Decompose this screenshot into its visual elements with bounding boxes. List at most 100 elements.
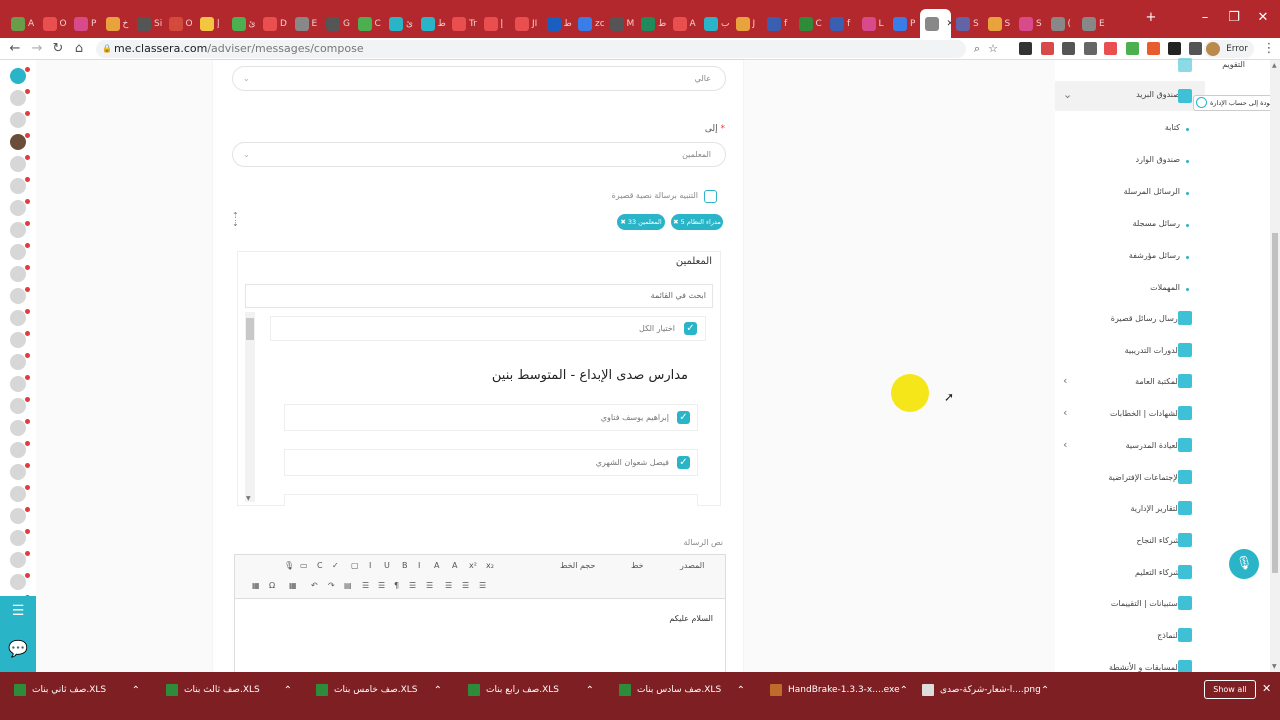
toolbar-button[interactable]: U (384, 561, 390, 570)
back-to-admin-tooltip[interactable]: العودة إلى حساب الإدارة (1193, 95, 1280, 111)
teacher-checkbox[interactable]: ✓ (677, 411, 690, 424)
browser-tab[interactable]: ط (416, 9, 447, 38)
recipient-chip[interactable]: ✖ المعلمين 33 (617, 214, 665, 230)
toolbar-button[interactable]: ▤ (344, 581, 352, 590)
toolbar-button[interactable]: ↶ (311, 581, 318, 590)
avatar[interactable] (10, 331, 30, 348)
sms-notify-checkbox[interactable] (704, 190, 717, 203)
message-body[interactable]: السلام عليكم (669, 614, 713, 623)
source-button[interactable]: المصدر (680, 561, 704, 570)
browser-tab[interactable]: O (164, 9, 195, 38)
font-size-select[interactable]: حجم الخط (560, 561, 595, 570)
download-item[interactable]: صف ثالث بنات.XLS ⌃ (160, 676, 300, 704)
sidebar-subitem[interactable]: رسائل مسجلة (1133, 219, 1180, 228)
browser-tab[interactable]: E (1077, 9, 1108, 38)
avatar[interactable] (10, 89, 30, 106)
microphone-button[interactable]: 🎙 (1229, 549, 1259, 579)
sidebar-item[interactable]: إرسال رسائل قصيرة (1111, 314, 1180, 323)
sidebar-subitem[interactable]: الرسائل المرسلة (1124, 187, 1180, 196)
message-editor[interactable]: 🎙 ▭ C ✓ ▢ I U B I A Ax² x₂ ▦ Ω ▦ ↶ ↷ ▤ ☰ ☰ ¶ ☰ ☰ ☰ ☰ ☰ المصدر خط… (234, 554, 726, 672)
browser-tab[interactable]: Si (132, 9, 163, 38)
list-scrollbar[interactable]: ▼ (245, 312, 255, 502)
chevron-left-icon[interactable]: ‹ (1063, 406, 1067, 419)
avatar[interactable] (10, 133, 30, 150)
minimize-icon[interactable]: – (1192, 8, 1218, 30)
teacher-row[interactable]: ✓ إبراهيم يوسف فتاوي (284, 404, 698, 431)
toolbar-button[interactable]: 🎙 (284, 561, 294, 570)
browser-tab[interactable]: S (1014, 9, 1045, 38)
reload-icon[interactable]: ↻ (49, 40, 67, 58)
toolbar-button[interactable]: ☰ (462, 581, 469, 590)
teacher-row[interactable] (284, 494, 698, 506)
browser-tab[interactable]: f (825, 9, 856, 38)
browser-tab[interactable]: إ (479, 9, 510, 38)
avatar[interactable] (10, 243, 30, 260)
select-all-checkbox[interactable]: ✓ (684, 322, 697, 335)
avatar[interactable] (10, 375, 30, 392)
download-item[interactable]: صف رابع بنات.XLS ⌃ (462, 676, 602, 704)
avatar[interactable] (10, 309, 30, 326)
puzzle-icon[interactable] (1189, 42, 1202, 55)
sidebar-item[interactable]: الإجتماعات الإفتراضية (1108, 473, 1180, 482)
close-window-icon[interactable]: ✕ (1250, 8, 1276, 30)
download-item[interactable]: شعار-شركة-صدى-l....png ⌃ (916, 676, 1056, 704)
toolbar-button[interactable]: B (402, 561, 408, 570)
toolbar-button[interactable]: ☰ (378, 581, 385, 590)
recipient-chip[interactable]: ✖ مدراء النظام 5 (671, 214, 723, 230)
extension-icon[interactable] (1168, 42, 1181, 55)
toolbar-button[interactable]: ▭ (300, 561, 308, 570)
scroll-down-arrow-icon[interactable]: ▼ (246, 495, 251, 502)
home-icon[interactable]: ⌂ (70, 40, 88, 58)
sidebar-item[interactable]: استبيانات | التقييمات (1111, 599, 1180, 608)
search-icon[interactable]: ⌕ (974, 40, 980, 58)
profile-button[interactable]: Error (1204, 40, 1254, 58)
list-search-input[interactable]: ابحث في القائمة (245, 284, 713, 308)
chevron-left-icon[interactable]: ‹ (1063, 374, 1067, 387)
sidebar-item-calendar[interactable]: التقويم (1222, 60, 1245, 69)
browser-tab[interactable]: ط (636, 9, 667, 38)
toolbar-button[interactable]: ☰ (445, 581, 452, 590)
toolbar-button[interactable]: ☰ (479, 581, 486, 590)
extension-icon[interactable] (1084, 42, 1097, 55)
new-tab-button[interactable]: + (1138, 8, 1164, 30)
browser-tab[interactable]: O (38, 9, 69, 38)
browser-tab[interactable]: L (857, 9, 888, 38)
sidebar-subitem[interactable]: رسائل مؤرشفة (1129, 251, 1180, 260)
browser-tab[interactable]: J (731, 9, 762, 38)
chevron-left-icon[interactable]: ‹ (1063, 438, 1067, 451)
select-all-row[interactable]: ✓ اختيار الكل (270, 316, 706, 341)
browser-tab[interactable]: ئ (227, 9, 258, 38)
browser-tab[interactable]: P (69, 9, 100, 38)
avatar[interactable] (10, 265, 30, 282)
sort-arrows-icon[interactable]: ⇡ ⇣ (232, 212, 239, 228)
toolbar-button[interactable]: ↷ (328, 581, 335, 590)
chat-icon[interactable]: 💬 (0, 626, 36, 672)
sidebar-item[interactable]: الشهادات | الخطابات (1110, 409, 1180, 418)
browser-tab[interactable]: C (353, 9, 384, 38)
download-item[interactable]: صف ثاني بنات.XLS ⌃ (8, 676, 148, 704)
extension-icon[interactable] (1041, 42, 1054, 55)
sidebar-item[interactable]: التقارير الإدارية (1130, 504, 1180, 513)
extension-icon[interactable] (1126, 42, 1139, 55)
to-select[interactable]: المعلمين ⌄ (232, 142, 726, 167)
browser-tab[interactable]: E (290, 9, 321, 38)
chevron-up-icon[interactable]: ⌃ (900, 685, 908, 696)
toolbar-button[interactable]: ▢ (351, 561, 359, 570)
browser-tab[interactable]: P (888, 9, 919, 38)
menu-kebab-icon[interactable]: ⋮ (1260, 40, 1278, 58)
browser-tab[interactable]: خ (101, 9, 132, 38)
browser-tab[interactable]: JI (510, 9, 541, 38)
sidebar-subitem[interactable]: المهملات (1150, 283, 1180, 292)
close-tab-icon[interactable]: ✕ (947, 19, 951, 29)
toolbar-button[interactable]: x² (469, 561, 477, 570)
url-field[interactable]: 🔒 me.classera.com/adviser/messages/compo… (96, 40, 998, 58)
sidebar-item[interactable]: شركاء النجاح (1136, 536, 1180, 545)
restore-icon[interactable]: ❐ (1221, 8, 1247, 30)
avatar[interactable] (10, 485, 30, 502)
browser-tab[interactable]: A (668, 9, 699, 38)
toolbar-button[interactable]: Ω (269, 581, 275, 590)
browser-tab[interactable]: Tr (447, 9, 478, 38)
browser-tab[interactable]: ( (1046, 9, 1077, 38)
bookmark-star-icon[interactable]: ☆ (988, 40, 998, 58)
chevron-up-icon[interactable]: ⌃ (737, 685, 745, 696)
